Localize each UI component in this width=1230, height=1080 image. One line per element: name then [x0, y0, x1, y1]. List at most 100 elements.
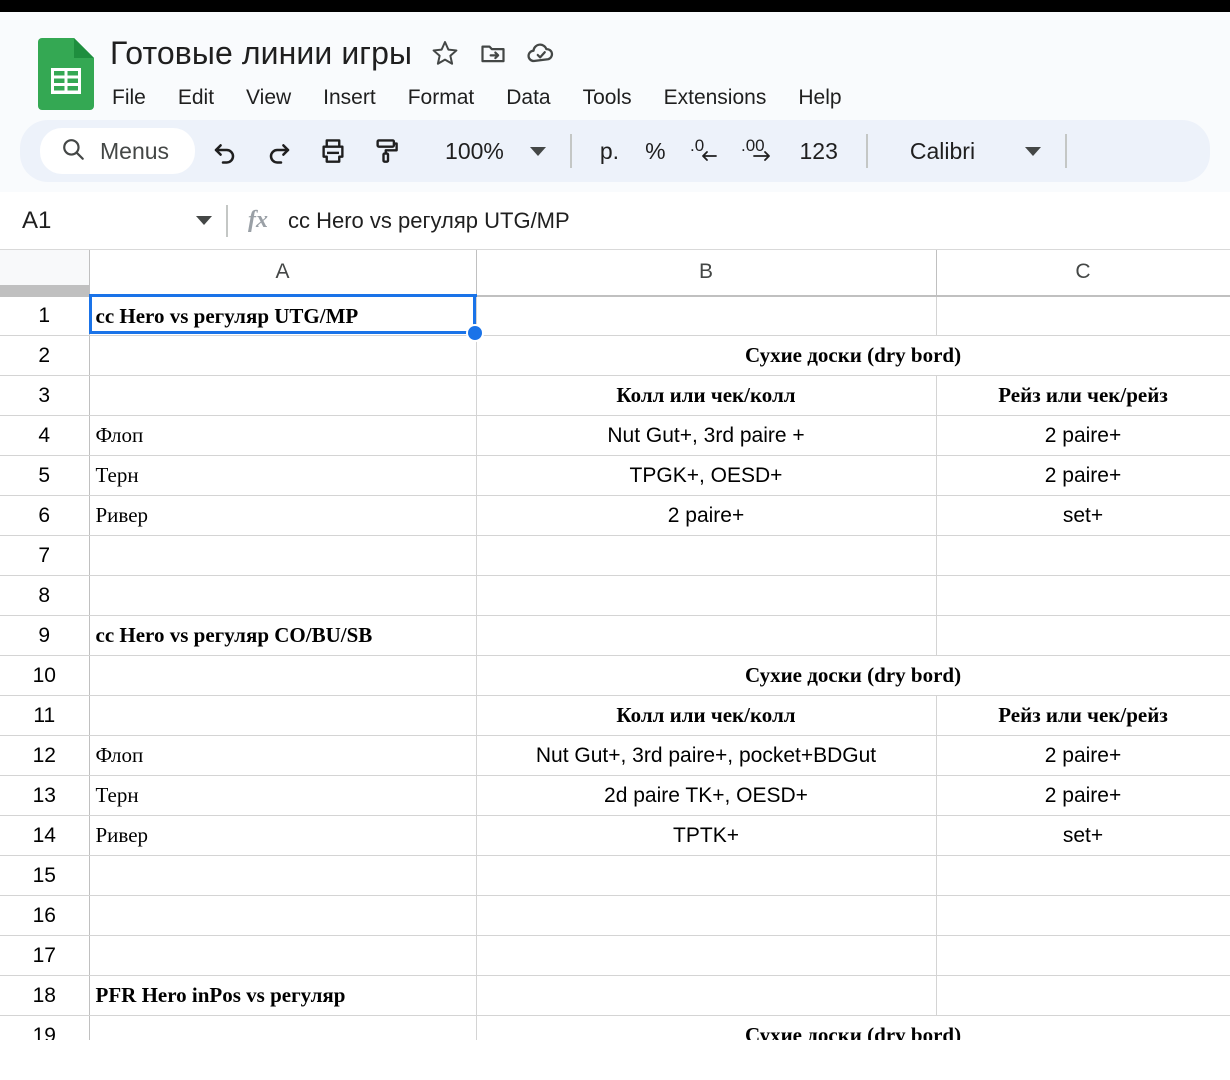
cell-b4[interactable]: Nut Gut+, 3rd paire +	[476, 415, 937, 456]
column-header-c[interactable]: C	[936, 250, 1230, 297]
redo-icon[interactable]	[255, 127, 303, 175]
cell-c7[interactable]	[936, 535, 1230, 576]
cell-a17[interactable]	[89, 935, 477, 976]
cell-a9[interactable]: cc Hero vs регуляр CO/BU/SB	[89, 615, 477, 656]
row-header-17[interactable]: 17	[0, 935, 90, 976]
cell-a18[interactable]: PFR Hero inPos vs регуляр	[89, 975, 477, 1016]
formula-input[interactable]: cc Hero vs регуляр UTG/MP	[288, 208, 570, 234]
percent-format-button[interactable]: %	[635, 127, 675, 175]
menu-item-format[interactable]: Format	[406, 84, 477, 112]
cell-c17[interactable]	[936, 935, 1230, 976]
select-all-corner[interactable]	[0, 250, 90, 297]
cell-c3[interactable]: Рейз или чек/рейз	[936, 375, 1230, 416]
cell-b12[interactable]: Nut Gut+, 3rd paire+, pocket+BDGut	[476, 735, 937, 776]
font-family-control[interactable]: Calibri	[886, 127, 1047, 175]
cell-a10[interactable]	[89, 655, 477, 696]
cell-a16[interactable]	[89, 895, 477, 936]
menu-item-insert[interactable]: Insert	[321, 84, 378, 112]
column-header-a[interactable]: A	[89, 250, 477, 297]
cell-b8[interactable]	[476, 575, 937, 616]
cell-c11[interactable]: Рейз или чек/рейз	[936, 695, 1230, 736]
cell-c13[interactable]: 2 paire+	[936, 775, 1230, 816]
row-header-15[interactable]: 15	[0, 855, 90, 896]
row-header-14[interactable]: 14	[0, 815, 90, 856]
cell-b1[interactable]	[476, 295, 937, 336]
cell-b5[interactable]: TPGK+, OESD+	[476, 455, 937, 496]
row-header-19[interactable]: 19	[0, 1015, 90, 1040]
cell-c5[interactable]: 2 paire+	[936, 455, 1230, 496]
cell-b9[interactable]	[476, 615, 937, 656]
row-header-13[interactable]: 13	[0, 775, 90, 816]
currency-format-button[interactable]: р.	[590, 127, 629, 175]
row-header-5[interactable]: 5	[0, 455, 90, 496]
cell-c6[interactable]: set+	[936, 495, 1230, 536]
cell-a15[interactable]	[89, 855, 477, 896]
row-header-9[interactable]: 9	[0, 615, 90, 656]
row-header-4[interactable]: 4	[0, 415, 90, 456]
paint-format-icon[interactable]	[363, 127, 411, 175]
cell-c15[interactable]	[936, 855, 1230, 896]
increase-decimal-icon[interactable]: .00	[736, 127, 784, 175]
cell-a7[interactable]	[89, 535, 477, 576]
cell-c16[interactable]	[936, 895, 1230, 936]
menus-search-box[interactable]: Menus	[40, 128, 196, 174]
cell-a4[interactable]: Флоп	[89, 415, 477, 456]
name-box[interactable]: A1	[22, 207, 226, 235]
cell-b3[interactable]: Колл или чек/колл	[476, 375, 937, 416]
print-icon[interactable]	[309, 127, 357, 175]
cell-b19-merged[interactable]: Сухие доски (dry bord)	[476, 1015, 1230, 1040]
cell-c8[interactable]	[936, 575, 1230, 616]
more-formats-button[interactable]: 123	[790, 127, 848, 175]
cell-b7[interactable]	[476, 535, 937, 576]
cloud-saved-icon[interactable]	[526, 38, 556, 68]
cell-c4[interactable]: 2 paire+	[936, 415, 1230, 456]
row-header-1[interactable]: 1	[0, 295, 90, 336]
cell-c9[interactable]	[936, 615, 1230, 656]
row-header-6[interactable]: 6	[0, 495, 90, 536]
cell-b16[interactable]	[476, 895, 937, 936]
row-header-8[interactable]: 8	[0, 575, 90, 616]
undo-icon[interactable]	[201, 127, 249, 175]
row-header-10[interactable]: 10	[0, 655, 90, 696]
row-header-7[interactable]: 7	[0, 535, 90, 576]
cell-a11[interactable]	[89, 695, 477, 736]
cell-b18[interactable]	[476, 975, 937, 1016]
row-header-16[interactable]: 16	[0, 895, 90, 936]
row-header-2[interactable]: 2	[0, 335, 90, 376]
cell-a13[interactable]: Терн	[89, 775, 477, 816]
row-header-11[interactable]: 11	[0, 695, 90, 736]
cell-b13[interactable]: 2d paire TK+, OESD+	[476, 775, 937, 816]
row-header-12[interactable]: 12	[0, 735, 90, 776]
cell-c12[interactable]: 2 paire+	[936, 735, 1230, 776]
menu-item-extensions[interactable]: Extensions	[662, 84, 769, 112]
cell-a6[interactable]: Ривер	[89, 495, 477, 536]
cell-c14[interactable]: set+	[936, 815, 1230, 856]
cell-a3[interactable]	[89, 375, 477, 416]
cell-a14[interactable]: Ривер	[89, 815, 477, 856]
zoom-control[interactable]: 100%	[417, 127, 552, 175]
cell-a5[interactable]: Терн	[89, 455, 477, 496]
cell-a12[interactable]: Флоп	[89, 735, 477, 776]
column-header-b[interactable]: B	[476, 250, 937, 297]
menu-item-view[interactable]: View	[244, 84, 293, 112]
menu-item-help[interactable]: Help	[796, 84, 843, 112]
star-icon[interactable]	[430, 38, 460, 68]
menu-item-file[interactable]: File	[110, 84, 148, 112]
cell-b10-merged[interactable]: Сухие доски (dry bord)	[476, 655, 1230, 696]
row-header-3[interactable]: 3	[0, 375, 90, 416]
menu-item-edit[interactable]: Edit	[176, 84, 216, 112]
cell-a1[interactable]: cc Hero vs регуляр UTG/MP	[89, 295, 477, 336]
cell-a19[interactable]	[89, 1015, 477, 1040]
row-header-18[interactable]: 18	[0, 975, 90, 1016]
google-sheets-logo[interactable]	[38, 38, 94, 110]
cell-a2[interactable]	[89, 335, 477, 376]
cell-c18[interactable]	[936, 975, 1230, 1016]
move-to-folder-icon[interactable]	[478, 38, 508, 68]
menu-item-tools[interactable]: Tools	[581, 84, 634, 112]
cell-b17[interactable]	[476, 935, 937, 976]
cell-b6[interactable]: 2 paire+	[476, 495, 937, 536]
cell-b14[interactable]: TPTK+	[476, 815, 937, 856]
decrease-decimal-icon[interactable]: .0	[682, 127, 730, 175]
cell-b11[interactable]: Колл или чек/колл	[476, 695, 937, 736]
cell-a8[interactable]	[89, 575, 477, 616]
